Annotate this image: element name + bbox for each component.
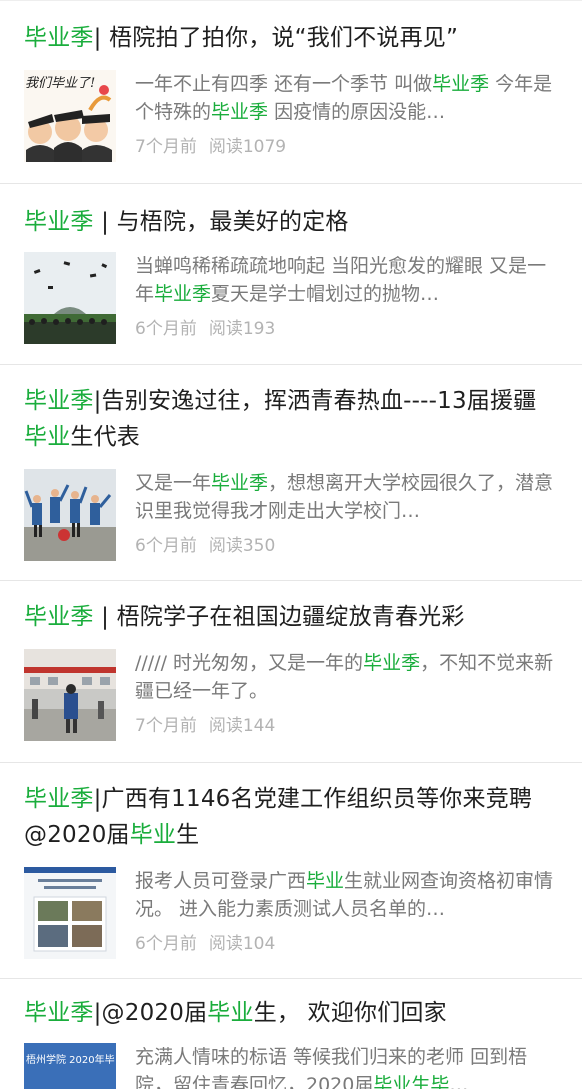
keyword-highlight: 毕业季 bbox=[211, 472, 269, 494]
article-item[interactable]: 毕业季 | 与梧院，最美好的定格 当蝉鸣稀稀疏疏地响起 当阳光愈发的耀眼 又是一… bbox=[0, 184, 582, 365]
article-title[interactable]: 毕业季|告别安逸过往，挥洒青春热血----13届援疆毕业生代表 bbox=[24, 383, 558, 455]
article-title[interactable]: 毕业季 | 梧院学子在祖国边疆绽放青春光彩 bbox=[24, 599, 558, 635]
thumbnail-caption: 梧州学院 2020年毕 bbox=[26, 1055, 115, 1066]
text-segment: |广西有1146名党建工作组织员等你来竞聘@2020届 bbox=[24, 786, 533, 848]
keyword-highlight: 毕业季 bbox=[24, 388, 94, 414]
keyword-highlight: 毕业 bbox=[207, 1000, 254, 1026]
keyword-highlight: 毕业季 bbox=[24, 604, 94, 630]
text-segment: … bbox=[449, 1074, 469, 1089]
text-segment: |告别安逸过往，挥洒青春热血----13届援疆 bbox=[93, 388, 537, 414]
keyword-highlight: 毕业生毕 bbox=[373, 1074, 450, 1089]
caps-in-sky-image bbox=[24, 252, 116, 344]
read-count: 阅读1079 bbox=[208, 137, 287, 157]
text-segment: | 梧院学子在祖国边疆绽放青春光彩 bbox=[93, 604, 465, 630]
keyword-highlight: 毕业 bbox=[306, 870, 345, 892]
text-segment: 又是一年 bbox=[135, 472, 212, 494]
article-thumbnail[interactable]: 梧州学院 2020年毕 bbox=[24, 1043, 116, 1089]
article-digest: 报考人员可登录广西毕业生就业网查询资格初审情况。 进入能力素质测试人员名单的… bbox=[135, 867, 558, 923]
article-digest: 充满人情味的标语 等候我们归来的老师 回到梧院，留住青春回忆，2020届毕业生毕… bbox=[135, 1043, 558, 1089]
article-list: 毕业季| 梧院拍了拍你，说“我们不说再见” 我们毕业了! 一年不止有四季 还有一… bbox=[0, 0, 582, 1089]
text-segment: | 与梧院，最美好的定格 bbox=[93, 209, 349, 235]
keyword-highlight: 毕业 bbox=[129, 822, 177, 848]
text-segment: | 梧院拍了拍你，说“我们不说再见” bbox=[93, 25, 459, 51]
article-title[interactable]: 毕业季 | 与梧院，最美好的定格 bbox=[24, 204, 558, 240]
article-meta: 7个月前 阅读1079 bbox=[135, 136, 558, 158]
article-digest: ///// 时光匆匆，又是一年的毕业季，不知不觉来新疆已经一年了。 bbox=[135, 649, 558, 705]
keyword-highlight: 毕业季 bbox=[24, 1000, 94, 1026]
article-meta: 7个月前 阅读144 bbox=[135, 715, 558, 737]
article-thumbnail[interactable] bbox=[24, 469, 116, 561]
document-cover-image bbox=[24, 867, 116, 959]
article-thumbnail[interactable]: 我们毕业了! bbox=[24, 70, 116, 162]
read-count: 阅读104 bbox=[208, 934, 276, 954]
article-thumbnail[interactable] bbox=[24, 649, 116, 741]
article-title[interactable]: 毕业季|@2020届毕业生， 欢迎你们回家 bbox=[24, 995, 558, 1031]
text-segment: 生代表 bbox=[70, 424, 141, 450]
article-digest: 当蝉鸣稀稀疏疏地响起 当阳光愈发的耀眼 又是一年毕业季夏天是学士帽划过的抛物… bbox=[135, 252, 558, 308]
publish-time: 7个月前 bbox=[135, 716, 197, 736]
publish-time: 6个月前 bbox=[135, 934, 197, 954]
text-segment: |@2020届 bbox=[93, 1000, 208, 1026]
article-meta: 6个月前 阅读104 bbox=[135, 933, 558, 955]
text-segment: 生 bbox=[176, 822, 200, 848]
keyword-highlight: 毕业季 bbox=[24, 209, 94, 235]
read-count: 阅读144 bbox=[208, 716, 276, 736]
publish-time: 7个月前 bbox=[135, 137, 197, 157]
publish-time: 6个月前 bbox=[135, 536, 197, 556]
article-item[interactable]: 毕业季|@2020届毕业生， 欢迎你们回家 梧州学院 2020年毕 充满人情味的… bbox=[0, 979, 582, 1089]
article-item[interactable]: 毕业季| 梧院拍了拍你，说“我们不说再见” 我们毕业了! 一年不止有四季 还有一… bbox=[0, 0, 582, 184]
article-thumbnail[interactable] bbox=[24, 867, 116, 959]
text-segment: 生， 欢迎你们回家 bbox=[253, 1000, 447, 1026]
read-count: 阅读350 bbox=[208, 536, 276, 556]
thumbnail-caption: 我们毕业了! bbox=[25, 76, 96, 91]
keyword-highlight: 毕业季 bbox=[24, 25, 94, 51]
publish-time: 6个月前 bbox=[135, 319, 197, 339]
read-count: 阅读193 bbox=[208, 319, 276, 339]
keyword-highlight: 毕业季 bbox=[363, 652, 421, 674]
building-people-image bbox=[24, 649, 116, 741]
article-item[interactable]: 毕业季|告别安逸过往，挥洒青春热血----13届援疆毕业生代表 又是一年毕业季，… bbox=[0, 365, 582, 581]
article-digest: 又是一年毕业季，想想离开大学校园很久了，潜意识里我觉得我才刚走出大学校门… bbox=[135, 469, 558, 525]
article-title[interactable]: 毕业季| 梧院拍了拍你，说“我们不说再见” bbox=[24, 20, 558, 56]
article-digest: 一年不止有四季 还有一个季节 叫做毕业季 今年是个特殊的毕业季 因疫情的原因没能… bbox=[135, 70, 558, 126]
article-item[interactable]: 毕业季|广西有1146名党建工作组织员等你来竞聘@2020届毕业生 报考人员可登… bbox=[0, 763, 582, 979]
group-jumping-image bbox=[24, 469, 116, 561]
keyword-highlight: 毕业季 bbox=[432, 73, 490, 95]
text-segment: ///// 时光匆匆，又是一年的 bbox=[135, 652, 364, 674]
keyword-highlight: 毕业季 bbox=[211, 101, 269, 123]
keyword-highlight: 毕业季 bbox=[154, 283, 212, 305]
keyword-highlight: 毕业 bbox=[24, 424, 71, 450]
keyword-highlight: 毕业季 bbox=[24, 786, 94, 812]
article-thumbnail[interactable] bbox=[24, 252, 116, 344]
text-segment: 一年不止有四季 还有一个季节 叫做 bbox=[135, 73, 433, 95]
text-segment: 夏天是学士帽划过的抛物… bbox=[211, 283, 440, 305]
article-title[interactable]: 毕业季|广西有1146名党建工作组织员等你来竞聘@2020届毕业生 bbox=[24, 781, 558, 853]
article-meta: 6个月前 阅读350 bbox=[135, 535, 558, 557]
text-segment: 因疫情的原因没能… bbox=[268, 101, 446, 123]
article-item[interactable]: 毕业季 | 梧院学子在祖国边疆绽放青春光彩 ///// 时光匆匆，又是一年的毕业… bbox=[0, 581, 582, 763]
text-segment: 报考人员可登录广西 bbox=[135, 870, 307, 892]
article-meta: 6个月前 阅读193 bbox=[135, 318, 558, 340]
